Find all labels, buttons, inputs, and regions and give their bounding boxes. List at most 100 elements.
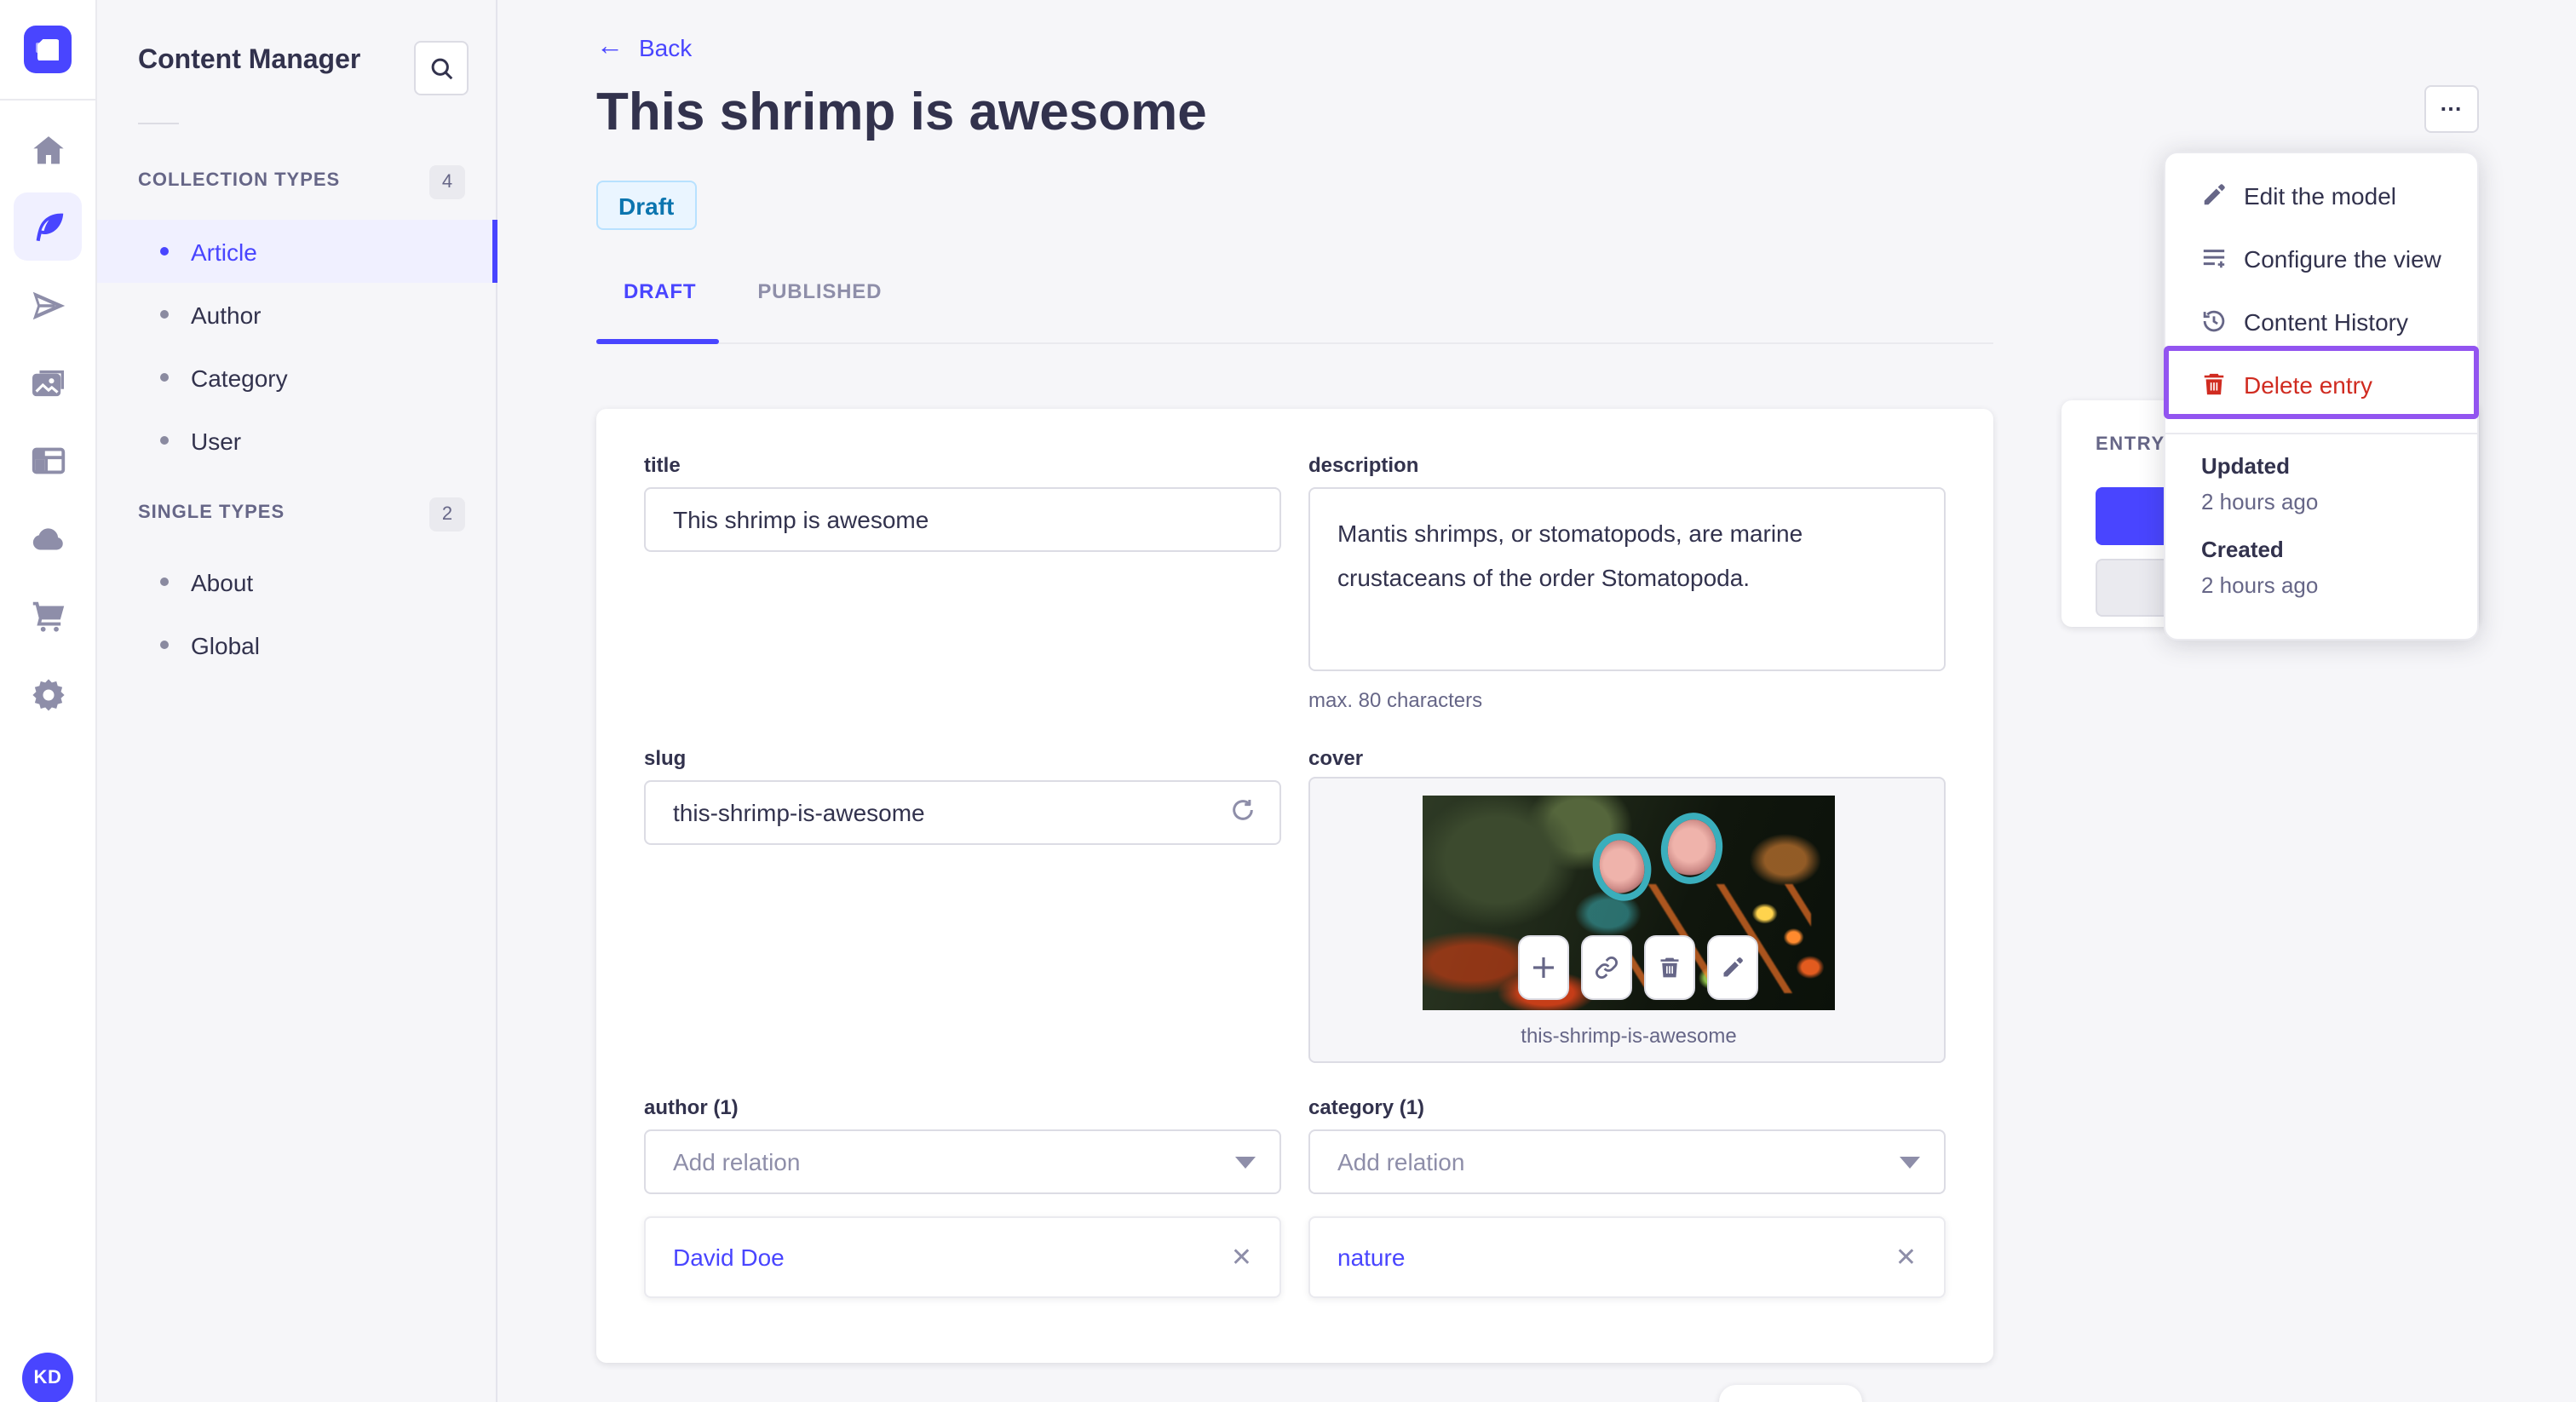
- single-types-label: SINGLE TYPES: [138, 503, 285, 523]
- shrimp-eye: [1663, 815, 1721, 882]
- description-textarea[interactable]: Mantis shrimps, or stomatopods, are mari…: [1308, 487, 1946, 671]
- link-icon: [1596, 957, 1618, 979]
- tabs-divider: [596, 342, 1993, 344]
- floating-widget-partial[interactable]: [1719, 1385, 1862, 1402]
- cover-field: this-shrimp-is-awesome: [1308, 777, 1946, 1063]
- ellipsis-icon: ⋯: [2440, 95, 2464, 121]
- category-relation-select[interactable]: Add relation: [1308, 1129, 1946, 1194]
- pencil-icon: [1723, 957, 1743, 977]
- logo-section: [0, 0, 97, 101]
- author-placeholder: Add relation: [673, 1148, 801, 1175]
- delete-asset-button[interactable]: [1644, 935, 1695, 1000]
- collection-types-label: COLLECTION TYPES: [138, 170, 341, 191]
- menu-item-label: Content History: [2244, 307, 2408, 335]
- popover-divider: [2165, 433, 2477, 434]
- tab-draft[interactable]: DRAFT: [596, 279, 727, 330]
- category-relation-link[interactable]: nature: [1337, 1244, 1405, 1271]
- tab-published[interactable]: PUBLISHED: [727, 279, 912, 330]
- strapi-logo-notch: [36, 43, 46, 53]
- category-relation-item: nature ✕: [1308, 1216, 1946, 1298]
- history-clock-icon: [2201, 308, 2227, 334]
- slug-value: this-shrimp-is-awesome: [673, 799, 925, 826]
- author-relation-item: David Doe ✕: [644, 1216, 1281, 1298]
- marketplace-cart-icon[interactable]: [29, 596, 68, 635]
- active-tab-indicator: [596, 339, 719, 344]
- description-value: Mantis shrimps, or stomatopods, are mari…: [1337, 520, 1803, 591]
- sidebar-title: Content Manager: [138, 46, 361, 75]
- cover-actions: [1518, 935, 1758, 1000]
- copy-link-button[interactable]: [1581, 935, 1632, 1000]
- bullet-icon: [160, 577, 169, 586]
- bullet-icon: [160, 641, 169, 649]
- updated-label: Updated: [2201, 453, 2290, 479]
- author-relation-link[interactable]: David Doe: [673, 1244, 785, 1271]
- menu-item-content-history[interactable]: Content History: [2165, 290, 2477, 353]
- back-arrow-icon: ←: [596, 32, 624, 61]
- cloud-icon[interactable]: [29, 520, 68, 559]
- entry-panel-label: ENTRY: [2096, 434, 2165, 455]
- menu-item-label: Configure the view: [2244, 244, 2441, 272]
- content-manager-icon[interactable]: [14, 192, 82, 261]
- remove-author-icon[interactable]: ✕: [1231, 1242, 1252, 1273]
- menu-item-edit-model[interactable]: Edit the model: [2165, 164, 2477, 227]
- slug-label: slug: [644, 746, 687, 770]
- app-canvas: KD Content Manager COLLECTION TYPES 4 Ar…: [0, 0, 2576, 1402]
- main-content: ← Back This shrimp is awesome Draft DRAF…: [497, 0, 2576, 1402]
- menu-item-label: Edit the model: [2244, 181, 2396, 209]
- version-tabs: DRAFT PUBLISHED: [596, 279, 912, 330]
- back-label: Back: [639, 34, 693, 61]
- search-button[interactable]: [414, 41, 469, 95]
- user-avatar[interactable]: KD: [22, 1353, 73, 1402]
- settings-gear-icon[interactable]: [29, 675, 68, 714]
- more-actions-button[interactable]: ⋯: [2424, 85, 2479, 133]
- pencil-icon: [2201, 182, 2227, 208]
- category-placeholder: Add relation: [1337, 1148, 1465, 1175]
- remove-category-icon[interactable]: ✕: [1895, 1242, 1917, 1273]
- menu-item-configure-view[interactable]: Configure the view: [2165, 227, 2477, 290]
- sidebar-item-label: About: [191, 568, 254, 595]
- plus-icon: [1533, 957, 1554, 978]
- nav-rail: KD: [0, 0, 97, 1402]
- chevron-down-icon: [1900, 1156, 1920, 1168]
- bullet-icon: [160, 310, 169, 319]
- sidebar-item-label: Category: [191, 364, 288, 391]
- edit-form-card: title This shrimp is awesome description…: [596, 409, 1993, 1363]
- chevron-down-icon: [1235, 1156, 1256, 1168]
- media-library-icon[interactable]: [29, 365, 68, 404]
- collection-types-count-badge: 4: [429, 165, 465, 199]
- sidebar-item-label: Author: [191, 301, 262, 328]
- add-asset-button[interactable]: [1518, 935, 1569, 1000]
- bullet-icon: [160, 247, 169, 256]
- description-label: description: [1308, 453, 1419, 477]
- title-input[interactable]: This shrimp is awesome: [644, 487, 1281, 552]
- sidebar-item-label: User: [191, 427, 242, 454]
- configure-list-icon: [2201, 245, 2227, 271]
- author-relation-select[interactable]: Add relation: [644, 1129, 1281, 1194]
- single-types-count-badge: 2: [429, 497, 465, 531]
- sidebar-item-about[interactable]: About: [97, 550, 497, 613]
- page-title: This shrimp is awesome: [596, 82, 1207, 141]
- cover-caption: this-shrimp-is-awesome: [1521, 1024, 1737, 1048]
- regenerate-slug-icon[interactable]: [1230, 797, 1256, 828]
- sidebar-item-user[interactable]: User: [97, 409, 497, 472]
- releases-icon[interactable]: [29, 286, 68, 325]
- sidebar-item-label: Global: [191, 631, 260, 658]
- bullet-icon: [160, 373, 169, 382]
- edit-asset-button[interactable]: [1707, 935, 1758, 1000]
- slug-input[interactable]: this-shrimp-is-awesome: [644, 780, 1281, 845]
- home-icon[interactable]: [29, 131, 68, 170]
- content-type-builder-icon[interactable]: [29, 441, 68, 480]
- created-label: Created: [2201, 537, 2284, 562]
- sidebar-item-category[interactable]: Category: [97, 346, 497, 409]
- status-badge: Draft: [596, 181, 697, 230]
- trash-icon: [1660, 957, 1679, 978]
- category-label: category (1): [1308, 1095, 1425, 1119]
- title-label: title: [644, 453, 681, 477]
- back-link[interactable]: ← Back: [596, 32, 693, 61]
- sidebar-item-global[interactable]: Global: [97, 613, 497, 676]
- sidebar-item-article[interactable]: Article: [97, 220, 497, 283]
- strapi-logo-icon[interactable]: [24, 26, 72, 73]
- actions-popover: Edit the model Configure the view Conten…: [2164, 152, 2479, 641]
- sidebar-item-author[interactable]: Author: [97, 283, 497, 346]
- sidebar-divider: [138, 123, 179, 124]
